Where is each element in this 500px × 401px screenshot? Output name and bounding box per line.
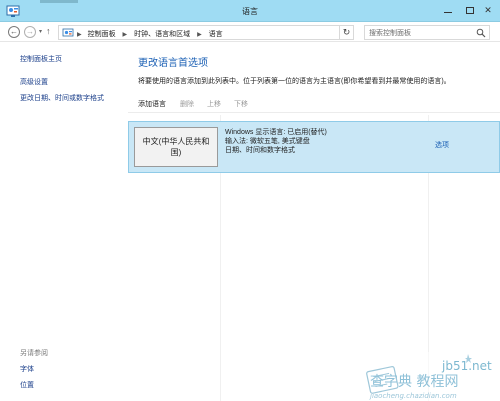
sidebar-link-fonts[interactable]: 字体 bbox=[20, 364, 34, 374]
language-tile[interactable]: 中文(中华人民共和国) bbox=[134, 127, 218, 167]
language-details: Windows 显示语言: 已启用(替代) 输入法: 微软五笔, 美式键盘 日期… bbox=[225, 128, 327, 155]
search-input[interactable] bbox=[369, 28, 469, 38]
search-icon[interactable] bbox=[476, 28, 486, 38]
breadcrumb-separator-icon[interactable]: ▶ bbox=[123, 32, 128, 38]
forward-button[interactable]: → bbox=[24, 26, 36, 38]
watermark-text-1: 查字典 教程网 bbox=[370, 374, 458, 390]
breadcrumb-separator-icon: ▶ bbox=[77, 32, 82, 38]
sidebar-link-advanced-settings[interactable]: 高级设置 bbox=[20, 77, 48, 87]
sidebar-link-date-time-format[interactable]: 更改日期、时间或数字格式 bbox=[20, 93, 104, 103]
main-content: 更改语言首选项 将要使用的语言添加到此列表中。位于列表第一位的语言为主语言(即你… bbox=[128, 43, 500, 401]
sidebar-link-control-panel-home[interactable]: 控制面板主页 bbox=[20, 54, 62, 64]
quick-access-strip bbox=[40, 0, 78, 3]
title-bar: 语言 ✕ bbox=[0, 0, 500, 22]
forward-arrow-icon: → bbox=[26, 27, 34, 36]
language-row-chinese[interactable]: 中文(中华人民共和国) Windows 显示语言: 已启用(替代) 输入法: 微… bbox=[128, 121, 500, 173]
window-title: 语言 bbox=[242, 7, 258, 16]
display-language-status: Windows 显示语言: 已启用(替代) bbox=[225, 129, 327, 136]
watermark-text-2: jiaocheng.chazidian.com bbox=[369, 392, 457, 400]
maximize-icon bbox=[466, 6, 474, 14]
search-box[interactable] bbox=[364, 25, 490, 40]
page-title: 更改语言首选项 bbox=[138, 58, 208, 69]
close-button[interactable]: ✕ bbox=[476, 0, 500, 20]
close-icon: ✕ bbox=[484, 4, 492, 15]
see-also-heading: 另请参阅 bbox=[20, 350, 48, 357]
language-options-link[interactable]: 选项 bbox=[435, 140, 449, 150]
breadcrumb-separator-icon[interactable]: ▶ bbox=[197, 32, 202, 38]
language-name: 中文(中华人民共和国) bbox=[142, 137, 210, 157]
control-panel-icon bbox=[62, 28, 74, 37]
language-toolbar: 添加语言 删除 上移 下移 bbox=[128, 94, 500, 113]
address-row: ← → ▾ ↑ ▶ 控制面板 ▶ 时钟、语言和区域 ▶ 语言 ▾ ↻ bbox=[0, 22, 500, 42]
move-down-button[interactable]: 下移 bbox=[234, 99, 248, 109]
recent-locations-dropdown[interactable]: ▾ bbox=[39, 28, 42, 35]
breadcrumb-control-panel[interactable]: 控制面板 bbox=[88, 31, 116, 38]
remove-language-button[interactable]: 删除 bbox=[180, 99, 194, 109]
date-time-format-line: 日期、时间和数字格式 bbox=[225, 147, 295, 154]
breadcrumb: ▶ 控制面板 ▶ 时钟、语言和区域 ▶ 语言 bbox=[77, 29, 223, 39]
sidebar: 控制面板主页 高级设置 更改日期、时间或数字格式 另请参阅 字体 位置 bbox=[0, 43, 128, 401]
back-arrow-icon: ← bbox=[10, 27, 18, 36]
refresh-icon: ↻ bbox=[342, 27, 351, 37]
minimize-icon bbox=[444, 11, 452, 13]
breadcrumb-clock-language-region[interactable]: 时钟、语言和区域 bbox=[134, 31, 190, 38]
back-button[interactable]: ← bbox=[8, 26, 20, 38]
minimize-button[interactable] bbox=[436, 0, 460, 20]
add-language-button[interactable]: 添加语言 bbox=[138, 99, 166, 109]
up-level-button[interactable]: ↑ bbox=[46, 26, 51, 36]
address-bar[interactable]: ▶ 控制面板 ▶ 时钟、语言和区域 ▶ 语言 ▾ bbox=[58, 25, 392, 40]
watermark-text-0: jb51.net bbox=[441, 359, 492, 373]
refresh-button[interactable]: ↻ bbox=[340, 25, 354, 40]
page-description: 将要使用的语言添加到此列表中。位于列表第一位的语言为主语言(即你希望看到并最常使… bbox=[138, 78, 451, 85]
move-up-button[interactable]: 上移 bbox=[207, 99, 221, 109]
breadcrumb-language[interactable]: 语言 bbox=[209, 31, 223, 38]
sidebar-link-location[interactable]: 位置 bbox=[20, 380, 34, 390]
input-method-list: 输入法: 微软五笔, 美式键盘 bbox=[225, 138, 310, 145]
site-watermark: jb51.net查字典 教程网 jiaocheng.chazidian.com bbox=[356, 352, 500, 401]
